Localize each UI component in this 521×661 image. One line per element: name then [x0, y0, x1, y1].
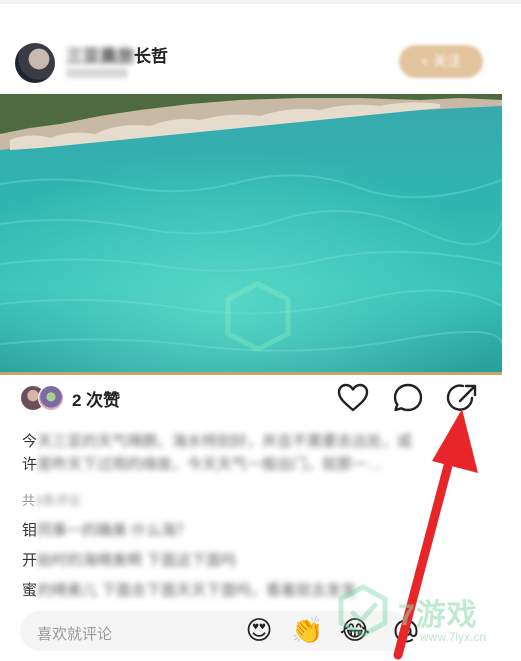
watermark-text: 7游戏 [398, 599, 478, 632]
author-avatar[interactable] [15, 43, 55, 83]
share-icon[interactable] [446, 381, 480, 415]
comment-placeholder[interactable]: 喜欢就评论 [37, 623, 112, 644]
follow-button[interactable]: + 关注 [399, 45, 483, 78]
author-name-blurred: 三亚晨旅 [66, 47, 134, 66]
author-subline [66, 68, 128, 78]
comments-header[interactable]: 共3条评论 [22, 490, 81, 509]
top-divider [0, 0, 521, 4]
emoji-heart-eyes-button[interactable]: 😍 [243, 614, 275, 646]
emoji-clap-button[interactable]: 👏 [291, 614, 323, 646]
liker-avatars[interactable] [20, 385, 80, 411]
like-count[interactable]: 2 次赞 [72, 386, 120, 411]
photo-progress-bar [0, 372, 502, 375]
author-name-clear: 长哲 [134, 47, 168, 66]
caption-line: 今天三亚的天气晴朗，海水特别好，并且不需要去远处，或 [22, 433, 413, 450]
author-name[interactable]: 三亚晨旅长哲 [66, 42, 168, 67]
post-caption: 今天三亚的天气晴朗，海水特别好，并且不需要去远处，或 许是昨天下过雨的缘故，今天… [22, 430, 492, 476]
liker-avatar [38, 385, 64, 411]
watermark-logo [338, 584, 388, 638]
comment-item[interactable]: 开始时的海晴美啊 下面这下面吗 [22, 549, 492, 570]
post-photo[interactable] [0, 94, 502, 372]
watermark-url: www.7lyx.cn [420, 630, 487, 644]
caption-line: 许是昨天下过雨的缘故，今天天气一般出门，就那一… [22, 456, 383, 473]
comment-item[interactable]: 钼同事一的确美 什么海？ [22, 519, 492, 540]
heart-icon[interactable] [336, 381, 370, 415]
comment-icon[interactable] [391, 381, 425, 415]
